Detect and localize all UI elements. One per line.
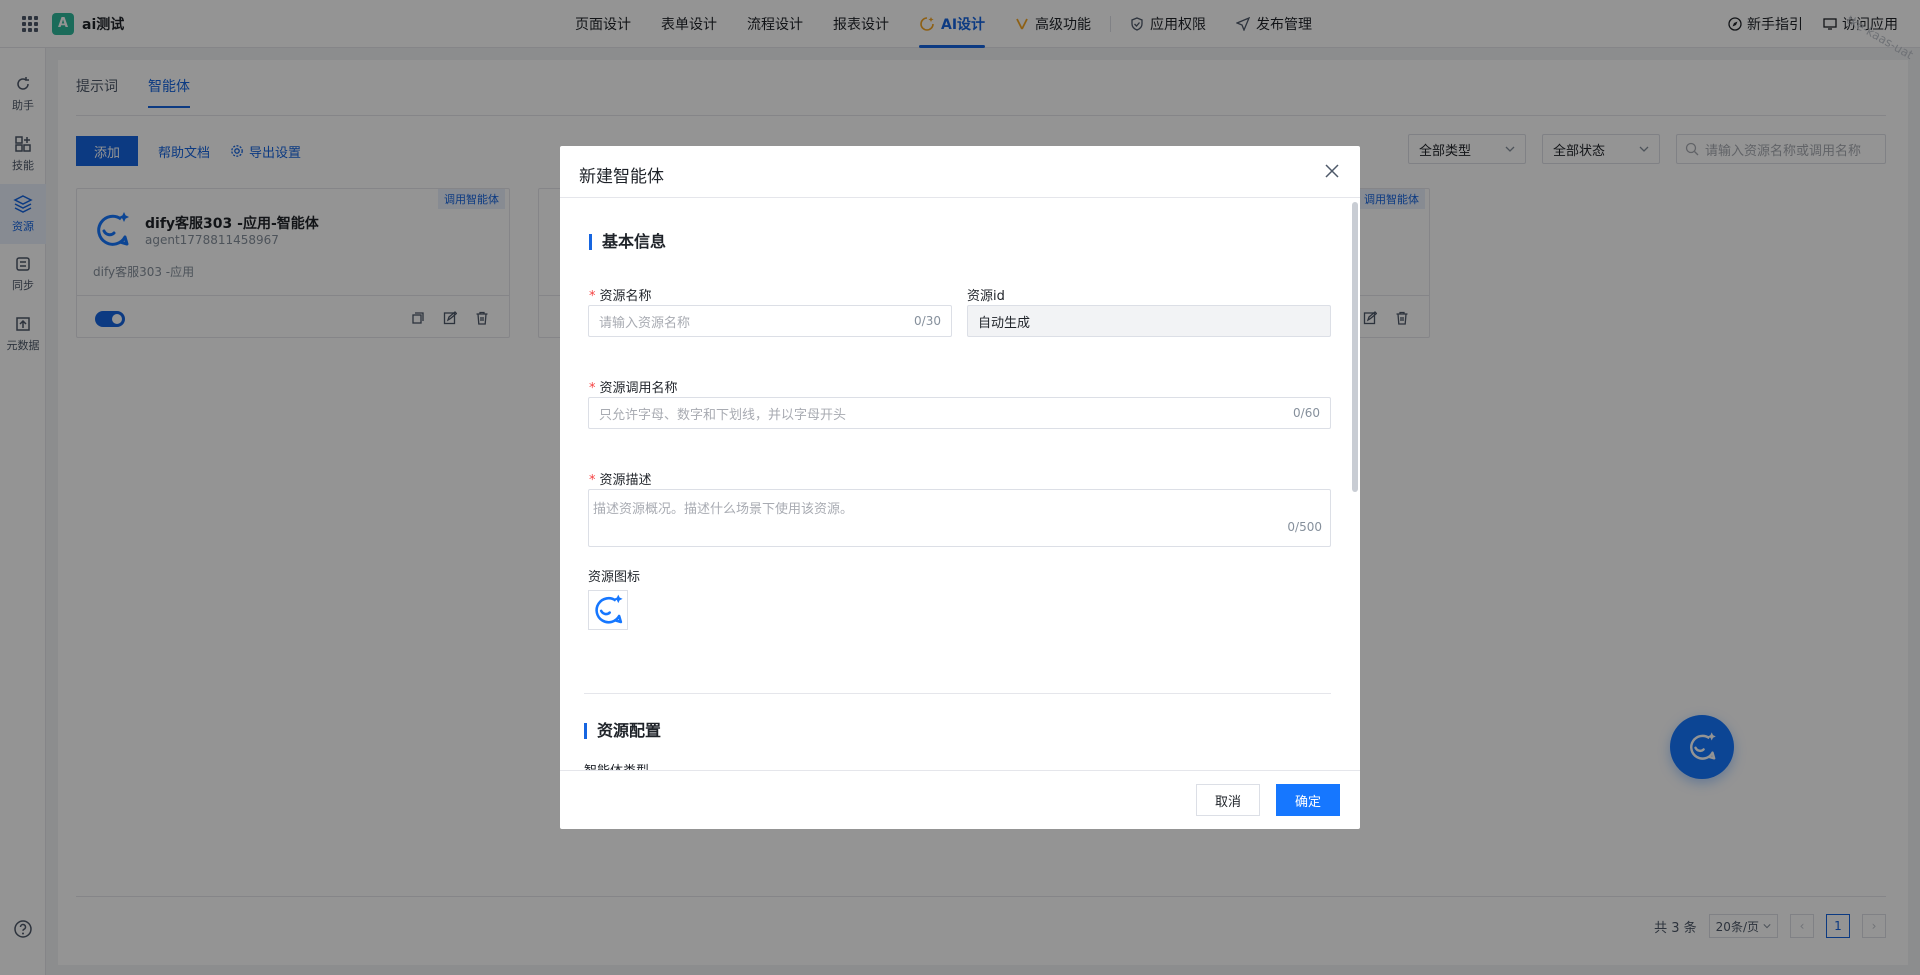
agent-chat-icon — [595, 594, 623, 624]
scroll-thumb[interactable] — [1352, 202, 1358, 492]
create-agent-dialog: 新建智能体 基本信息 * 资源名称 请输入资源名称 0/30 资源id 自动生成 … — [560, 146, 1360, 829]
dialog-body: 基本信息 * 资源名称 请输入资源名称 0/30 资源id 自动生成 * 资源调用名… — [560, 198, 1360, 770]
dialog-footer: 取消 确定 — [560, 770, 1360, 829]
cancel-button[interactable]: 取消 — [1196, 784, 1260, 816]
resource-name-placeholder: 请输入资源名称 — [599, 315, 691, 331]
resource-name-label: * 资源名称 — [589, 285, 652, 304]
call-name-input[interactable]: 只允许字母、数字和下划线，并以字母开头 0/60 — [588, 397, 1331, 429]
resource-name-label-text: 资源名称 — [599, 289, 652, 304]
dialog-header: 新建智能体 — [560, 146, 1360, 198]
call-name-label-text: 资源调用名称 — [599, 381, 678, 396]
section-divider — [584, 693, 1331, 694]
description-placeholder: 描述资源概况。描述什么场景下使用该资源。 — [593, 502, 854, 517]
resource-name-counter: 0/30 — [914, 314, 941, 328]
description-label-text: 资源描述 — [599, 473, 652, 488]
resource-id-value: 自动生成 — [978, 315, 1031, 331]
section-resource-config: 资源配置 — [584, 723, 661, 739]
close-icon[interactable] — [1324, 163, 1340, 179]
resource-icon-picker[interactable] — [588, 590, 628, 630]
confirm-button[interactable]: 确定 — [1276, 784, 1340, 816]
required-mark: * — [589, 381, 596, 396]
call-name-label: * 资源调用名称 — [589, 377, 678, 396]
resource-name-input[interactable]: 请输入资源名称 0/30 — [588, 305, 952, 337]
dialog-scrollbar[interactable] — [1350, 198, 1360, 770]
resource-id-label: 资源id — [967, 289, 1005, 304]
section-basic-info: 基本信息 — [589, 234, 666, 250]
icon-label: 资源图标 — [588, 570, 641, 585]
description-textarea[interactable]: 描述资源概况。描述什么场景下使用该资源。 0/500 — [588, 489, 1331, 547]
required-mark: * — [589, 473, 596, 488]
call-name-placeholder: 只允许字母、数字和下划线，并以字母开头 — [599, 407, 847, 423]
resource-id-field: 自动生成 — [967, 305, 1331, 337]
description-counter: 0/500 — [1287, 520, 1322, 534]
call-name-counter: 0/60 — [1293, 406, 1320, 420]
agent-type-label: 智能体类型 — [584, 760, 649, 770]
dialog-title: 新建智能体 — [579, 167, 664, 187]
description-label: * 资源描述 — [589, 469, 652, 488]
required-mark: * — [589, 289, 596, 304]
